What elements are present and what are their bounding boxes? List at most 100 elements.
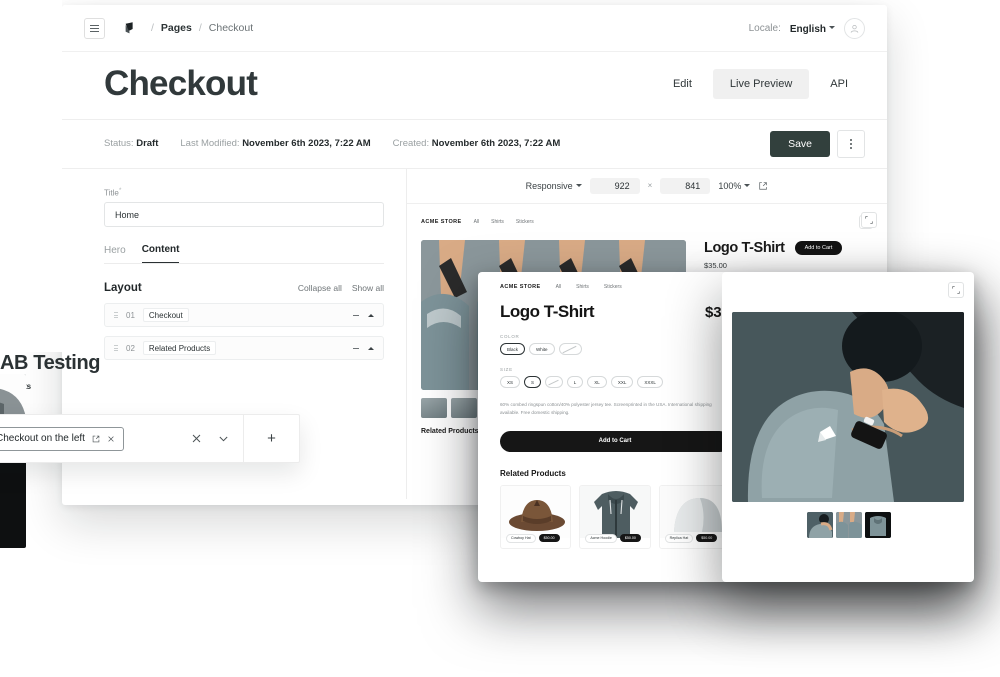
size-option-l[interactable]: L [566, 376, 584, 388]
document-actions: Save [770, 129, 865, 158]
ab-testing-title: AB Testing [0, 352, 101, 374]
expand-icon[interactable] [948, 282, 964, 298]
breadcrumb-pages[interactable]: Pages [161, 22, 192, 34]
nav-link-shirts[interactable]: Shirts [491, 219, 504, 225]
more-options-icon[interactable] [837, 129, 865, 158]
related-products-heading: Related Products [500, 468, 566, 478]
size-option-xl[interactable]: XL [587, 376, 607, 388]
collapse-dash-icon[interactable] [353, 347, 359, 349]
nav-link-stickers[interactable]: Stickers [516, 219, 534, 225]
size-option-m[interactable]: M [545, 376, 563, 388]
subtab-hero[interactable]: Hero [104, 245, 126, 263]
admin-title-row: Checkout Edit Live Preview API [62, 52, 887, 120]
add-to-cart-button[interactable]: Add to Cart [500, 430, 730, 452]
collapse-all-button[interactable]: Collapse all [298, 283, 342, 293]
breakpoint-select[interactable]: Responsive [526, 181, 582, 191]
product-main-image[interactable] [732, 312, 964, 502]
storefront-back-nav: ACME STORE All Shirts Stickers [407, 204, 887, 240]
chevron-down-icon [829, 26, 835, 30]
locale-label: Locale: [748, 22, 781, 34]
thumbnail-2[interactable] [836, 512, 862, 538]
chevron-up-icon[interactable] [368, 313, 374, 317]
thumbnail-1[interactable] [807, 512, 833, 538]
related-product-tag: Replica Hat $50.00 [664, 533, 718, 543]
breadcrumb-current: Checkout [208, 22, 254, 34]
tab-live-preview[interactable]: Live Preview [712, 69, 810, 100]
chevron-down-icon [744, 184, 751, 188]
subtab-content[interactable]: Content [141, 244, 180, 264]
product-title: Logo T-Shirt [704, 239, 785, 256]
external-link-icon[interactable] [758, 181, 768, 191]
tab-edit[interactable]: Edit [656, 69, 709, 99]
tab-api[interactable]: API [813, 69, 865, 99]
product-description: 60% combed ringspun cotton/40% polyester… [500, 402, 712, 416]
related-product-tag: Acme Hoodie $50.00 [585, 533, 641, 543]
ab-testing-overlay: AB Testing Variants Checkout on the left [0, 352, 324, 548]
color-option-white[interactable]: White [529, 343, 555, 355]
status-label: Status: [104, 138, 134, 150]
user-avatar-icon[interactable] [844, 17, 865, 39]
size-option-s[interactable]: S [524, 376, 542, 388]
expand-icon[interactable] [861, 211, 877, 228]
layout-row-1-number: 01 [126, 310, 135, 320]
topbar-right-group: Locale: English [748, 17, 865, 39]
related-product-card-cowboy-hat[interactable]: Cowboy Hat $50.00 [500, 484, 572, 549]
chevron-up-icon[interactable] [368, 346, 374, 350]
variant-chip[interactable]: Checkout on the left [0, 426, 124, 451]
size-option-xs[interactable]: XS [500, 376, 521, 388]
title-input[interactable]: Home [104, 202, 384, 228]
screenshot-stage: / Pages / Checkout Locale: English Check… [0, 0, 1000, 677]
left-mask [0, 0, 62, 352]
drag-handle-icon[interactable] [114, 312, 118, 319]
thumbnail[interactable] [451, 397, 477, 418]
size-options: XS S M L XL XXL XXXL [500, 376, 730, 388]
store-brand[interactable]: ACME STORE [421, 219, 462, 225]
add-variant-button[interactable]: + [243, 415, 299, 462]
related-product-card-replica-hat[interactable]: Replica Hat $50.00 [658, 484, 730, 549]
preview-height-input[interactable]: 841 [660, 177, 711, 194]
locale-selector[interactable]: English [790, 19, 835, 37]
related-product-card-acme-hoodie[interactable]: Acme Hoodie $50.00 [579, 484, 651, 549]
preview-width-input[interactable]: 922 [589, 177, 640, 194]
ab-variants-bar: Checkout on the left + [0, 414, 300, 463]
hamburger-menu-icon[interactable] [84, 17, 105, 39]
color-options: Black White Blue [500, 343, 730, 355]
last-modified-meta: Last Modified: November 6th 2023, 7:22 A… [180, 138, 370, 149]
nav-link-stickers[interactable]: Stickers [604, 284, 622, 290]
zoom-select[interactable]: 100% [718, 181, 751, 191]
status-meta: Status: Draft [104, 138, 158, 149]
payload-logo-icon[interactable] [122, 20, 138, 36]
size-option-xxxl[interactable]: XXXL [637, 376, 663, 388]
thumbnail-3[interactable] [865, 512, 891, 538]
chevron-down-icon[interactable] [218, 433, 229, 444]
ab-testing-subtitle: Variants [0, 382, 324, 391]
nav-link-all[interactable]: All [474, 219, 480, 225]
store-brand[interactable]: ACME STORE [500, 284, 541, 290]
thumbnail[interactable] [421, 397, 447, 418]
layout-row-1-name: Checkout [142, 308, 189, 323]
related-product-price: $50.00 [619, 534, 641, 543]
color-option-blue[interactable]: Blue [558, 343, 582, 355]
nav-link-shirts[interactable]: Shirts [576, 284, 589, 290]
save-button[interactable]: Save [770, 130, 830, 157]
drag-handle-icon[interactable] [114, 345, 118, 352]
size-option-xxl[interactable]: XXL [610, 376, 634, 388]
edit-external-icon[interactable] [92, 435, 100, 443]
show-all-button[interactable]: Show all [352, 283, 384, 293]
layout-row-1[interactable]: 01 Checkout [104, 303, 384, 328]
product-title: Logo T-Shirt [500, 302, 595, 321]
related-product-price: $50.00 [696, 534, 718, 543]
product-thumbnail-strip [807, 512, 891, 538]
related-product-name: Cowboy Hat [506, 533, 536, 543]
created-label: Created: [392, 138, 430, 150]
color-option-black[interactable]: Black [500, 343, 526, 355]
add-to-cart-button[interactable]: Add to Cart [794, 240, 843, 255]
close-icon[interactable] [107, 435, 115, 443]
view-tabs: Edit Live Preview API [656, 69, 865, 100]
title-field-label: Title* [104, 186, 122, 198]
close-icon[interactable] [191, 433, 202, 444]
collapse-dash-icon[interactable] [353, 314, 359, 316]
created-meta: Created: November 6th 2023, 7:22 AM [393, 138, 561, 149]
color-option-label: COLOR [500, 334, 520, 339]
nav-link-all[interactable]: All [556, 284, 562, 290]
